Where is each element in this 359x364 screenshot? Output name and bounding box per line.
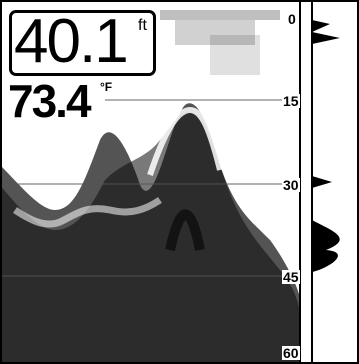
water-temperature-value: 73.4 [8, 75, 92, 127]
depth-scale-label-30: 30 [282, 177, 300, 193]
water-temperature-unit: °F [100, 80, 113, 94]
depth-scale-label-60: 60 [282, 345, 300, 361]
depth-scale-label-15: 15 [282, 93, 300, 109]
depth-readout-box: 40.1 ft [9, 7, 156, 76]
depth-value: 40.1 [14, 7, 129, 76]
depth-scale-label-0: 0 [287, 11, 297, 27]
depth-scale-label-45: 45 [282, 269, 300, 285]
depth-unit: ft [138, 17, 147, 34]
sonar-screen: 40.1 ft 73.4 °F 0 15 30 45 60 [0, 0, 359, 364]
